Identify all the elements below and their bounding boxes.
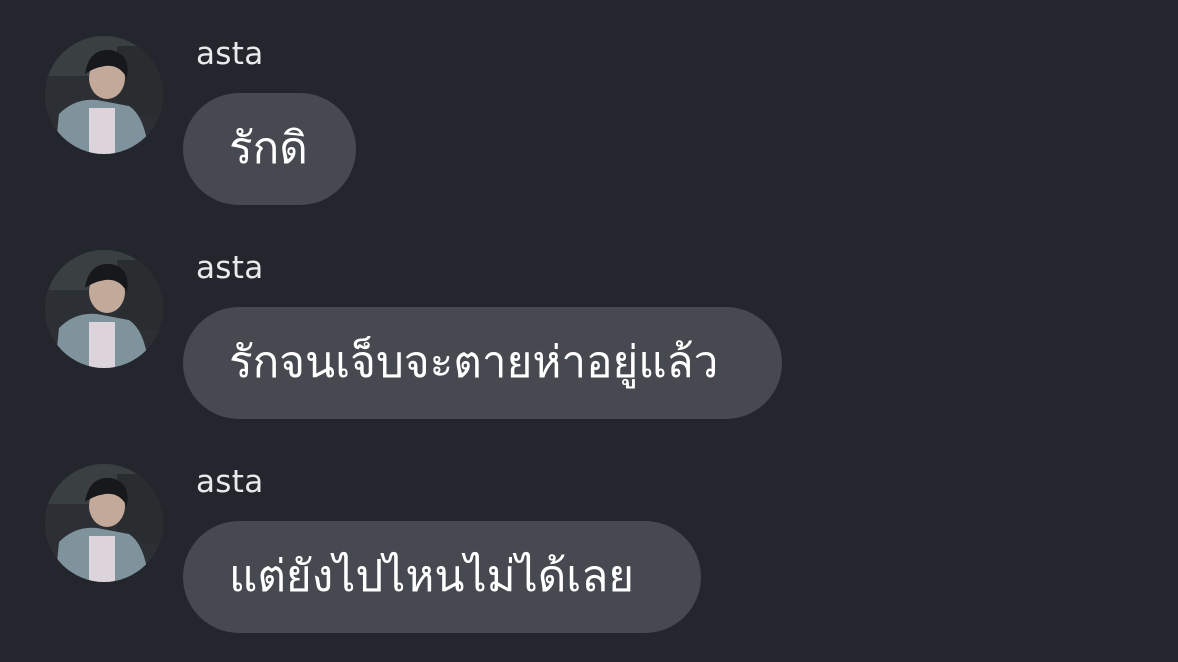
avatar-photo <box>45 36 163 154</box>
message-row: asta รักดิ <box>0 0 1178 205</box>
sender-name: asta <box>196 250 264 286</box>
avatar-photo <box>45 250 163 368</box>
chat-thread: asta รักดิ asta รักจนเจ็บจะตายห่าอยู่แล้… <box>0 0 1178 662</box>
sender-name: asta <box>196 464 264 500</box>
message-bubble[interactable]: แต่ยังไปไหนไม่ได้เลย <box>183 521 701 633</box>
message-bubble[interactable]: รักดิ <box>183 93 356 205</box>
message-bubble[interactable]: รักจนเจ็บจะตายห่าอยู่แล้ว <box>183 307 782 419</box>
avatar[interactable] <box>45 250 163 368</box>
message-row: asta รักจนเจ็บจะตายห่าอยู่แล้ว <box>0 214 1178 419</box>
avatar[interactable] <box>45 36 163 154</box>
message-row: asta แต่ยังไปไหนไม่ได้เลย <box>0 428 1178 633</box>
sender-name: asta <box>196 36 264 72</box>
avatar-photo <box>45 464 163 582</box>
avatar[interactable] <box>45 464 163 582</box>
